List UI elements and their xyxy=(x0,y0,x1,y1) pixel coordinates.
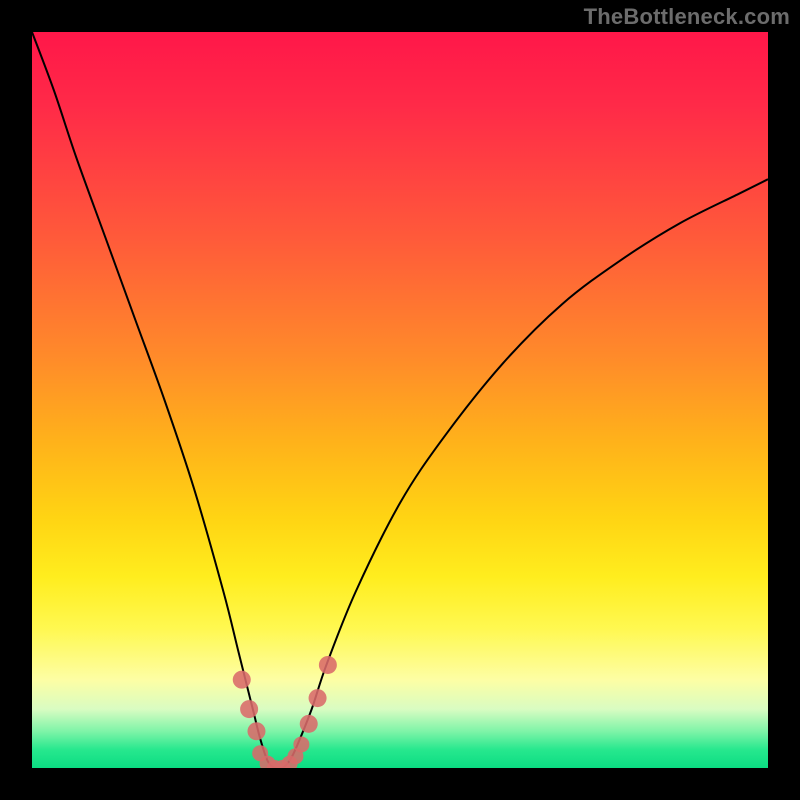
main-curve xyxy=(32,32,768,768)
marker-dot xyxy=(293,736,309,752)
chart-svg xyxy=(32,32,768,768)
marker-dot xyxy=(240,700,258,718)
marker-dot xyxy=(300,715,318,733)
marker-dot xyxy=(247,722,265,740)
marker-dot xyxy=(319,656,337,674)
chart-frame: TheBottleneck.com xyxy=(0,0,800,800)
curve-markers xyxy=(233,656,337,768)
chart-plot-area xyxy=(32,32,768,768)
watermark-text: TheBottleneck.com xyxy=(584,4,790,30)
marker-dot xyxy=(233,671,251,689)
marker-dot xyxy=(309,689,327,707)
